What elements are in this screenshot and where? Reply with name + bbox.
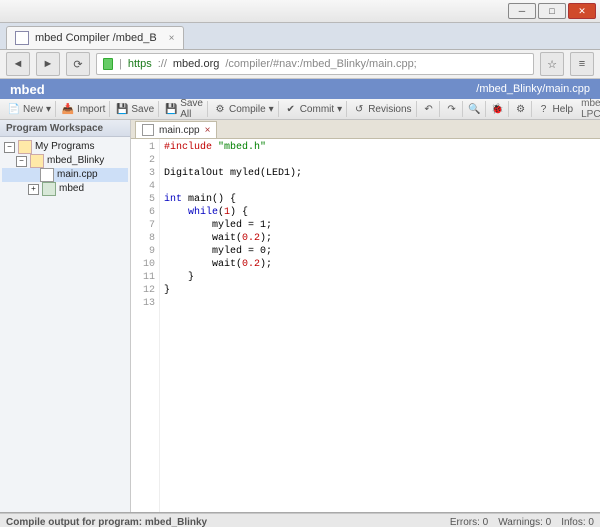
bookmark-button[interactable]: ☆	[540, 52, 564, 76]
url-input[interactable]: | https://mbed.org/compiler/#nav:/mbed_B…	[96, 53, 534, 75]
minimize-button[interactable]: ─	[508, 3, 536, 19]
reload-button[interactable]: ⟳	[66, 52, 90, 76]
new-button[interactable]: 📄New▾	[4, 101, 56, 117]
help-button[interactable]: ?Help	[534, 101, 578, 117]
import-button[interactable]: 📥Import	[58, 101, 110, 117]
revisions-button[interactable]: ↺Revisions	[349, 101, 416, 117]
tab-title: mbed Compiler /mbed_B	[35, 32, 157, 44]
close-tab-icon[interactable]: ×	[169, 33, 175, 44]
expand-icon[interactable]: +	[28, 184, 39, 195]
folder-icon	[30, 154, 44, 168]
save-button[interactable]: 💾Save	[112, 101, 159, 117]
search-button[interactable]: 🔍	[465, 101, 486, 117]
address-bar: ◄ ► ⟳ | https://mbed.org/compiler/#nav:/…	[0, 50, 600, 79]
tools-button[interactable]: ⚙	[511, 101, 532, 117]
maximize-button[interactable]: □	[538, 3, 566, 19]
brand-label: mbed	[10, 82, 45, 97]
app-header: mbed /mbed_Blinky/main.cpp	[0, 79, 600, 99]
collapse-icon[interactable]: −	[16, 156, 27, 167]
code-editor[interactable]: 1 2 3 4 5 6 7 8 9 10 11 12 13 #include "…	[131, 139, 600, 512]
workspace: Program Workspace −My Programs −mbed_Bli…	[0, 120, 600, 513]
menu-button[interactable]: ≡	[570, 52, 594, 76]
window-titlebar: ─ □ ✕	[0, 0, 600, 23]
forward-button[interactable]: ►	[36, 52, 60, 76]
close-window-button[interactable]: ✕	[568, 3, 596, 19]
output-panel: Compile output for program: mbed_Blinky …	[0, 513, 600, 527]
gear-icon	[42, 182, 56, 196]
browser-tab-strip: mbed Compiler /mbed_B ×	[0, 23, 600, 50]
device-selector[interactable]: mbed LPC1768	[581, 98, 600, 120]
debug-button[interactable]: 🐞	[488, 101, 509, 117]
tree-root[interactable]: −My Programs	[2, 140, 128, 154]
file-icon	[142, 124, 154, 136]
favicon-icon	[15, 31, 29, 45]
folder-icon	[18, 140, 32, 154]
errors-count: Errors: 0	[450, 517, 488, 527]
tree-project[interactable]: −mbed_Blinky	[2, 154, 128, 168]
browser-tab[interactable]: mbed Compiler /mbed_B ×	[6, 26, 184, 49]
line-gutter: 1 2 3 4 5 6 7 8 9 10 11 12 13	[131, 139, 160, 512]
program-workspace-panel: Program Workspace −My Programs −mbed_Bli…	[0, 120, 131, 512]
code-content[interactable]: #include "mbed.h" DigitalOut myled(LED1)…	[160, 139, 302, 512]
redo-button[interactable]: ↷	[442, 101, 463, 117]
url-scheme: https	[128, 58, 152, 70]
collapse-icon[interactable]: −	[4, 142, 15, 153]
main-toolbar: 📄New▾ 📥Import 💾Save 💾Save All ⚙Compile▾ …	[0, 99, 600, 120]
output-title: Compile output for program: mbed_Blinky	[6, 517, 207, 527]
compile-button[interactable]: ⚙Compile▾	[210, 101, 279, 117]
infos-count: Infos: 0	[561, 517, 594, 527]
breadcrumb: /mbed_Blinky/main.cpp	[476, 83, 590, 95]
file-icon	[40, 168, 54, 182]
back-button[interactable]: ◄	[6, 52, 30, 76]
commit-button[interactable]: ✔Commit▾	[281, 101, 347, 117]
sidebar-title: Program Workspace	[0, 120, 130, 137]
close-icon[interactable]: ×	[205, 125, 211, 136]
editor-tab-strip: main.cpp ×	[131, 120, 600, 139]
tree-file-main[interactable]: main.cpp	[2, 168, 128, 182]
undo-button[interactable]: ↶	[419, 101, 440, 117]
editor-tab-main[interactable]: main.cpp ×	[135, 121, 217, 138]
tree-lib-mbed[interactable]: +mbed	[2, 182, 128, 196]
save-all-button[interactable]: 💾Save All	[161, 101, 208, 117]
editor-panel: main.cpp × 1 2 3 4 5 6 7 8 9 10 11 12 13…	[131, 120, 600, 512]
lock-icon	[103, 58, 113, 70]
warnings-count: Warnings: 0	[498, 517, 551, 527]
file-tree: −My Programs −mbed_Blinky main.cpp +mbed	[0, 137, 130, 199]
